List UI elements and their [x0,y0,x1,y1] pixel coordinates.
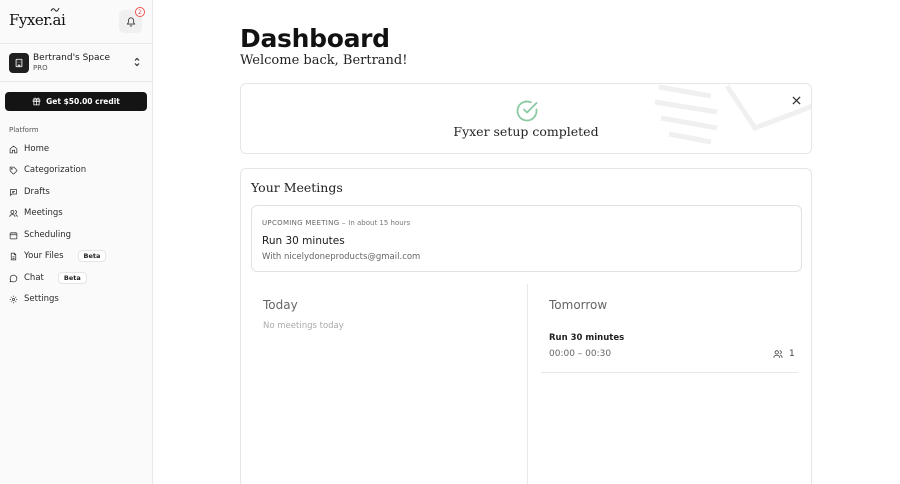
sidebar-item-label: Home [24,144,50,154]
get-credit-label: Get $50.00 credit [46,97,120,106]
sidebar-item-label: Scheduling [24,230,71,240]
meetings-card: Your Meetings UPCOMING MEETING – In abou… [240,168,812,484]
tomorrow-title: Tomorrow [549,298,608,312]
gift-icon [32,97,41,106]
beta-badge: Beta [77,250,107,262]
attendee-count: 1 [789,349,795,359]
workspace-name: Bertrand's Space [33,53,111,63]
upcoming-label-text: UPCOMING MEETING [262,219,340,227]
beta-badge: Beta [57,272,87,284]
get-credit-button[interactable]: Get $50.00 credit [5,92,147,111]
chat-icon [9,274,18,282]
calendar-icon [9,231,18,239]
gear-icon [9,295,18,303]
sidebar-item-label: Meetings [24,208,63,218]
chevrons-up-down-icon [134,57,140,67]
sidebar: Fyxer.ai 2 Bertrand's Space PRO Get $50.… [0,0,153,484]
meeting-time: 00:00 – 00:30 [549,349,612,359]
sidebar-divider [0,43,153,44]
sidebar-item-settings[interactable]: Settings [9,291,59,307]
meeting-name: Run 30 minutes [549,333,625,343]
workspace-plan: PRO [33,64,48,72]
home-icon [9,145,18,153]
users-icon [9,209,18,217]
tomorrow-meeting-item[interactable]: Run 30 minutes 00:00 – 00:30 1 [541,326,798,373]
sidebar-divider [0,81,153,82]
sidebar-item-chat[interactable]: Chat Beta [9,270,87,286]
file-icon [10,252,17,260]
close-icon [791,95,801,105]
tag-icon [9,166,18,174]
notification-count-badge: 2 [135,7,145,17]
bell-icon [126,16,135,27]
upcoming-meeting-attendee: With nicelydoneproducts@gmail.com [262,252,421,262]
decorative-stripes-icon [654,84,811,145]
nav-section-label: Platform [9,126,39,134]
sidebar-item-drafts[interactable]: Drafts [9,184,50,200]
sidebar-item-meetings[interactable]: Meetings [9,205,63,221]
sidebar-item-scheduling[interactable]: Scheduling [9,227,71,243]
close-setup-button[interactable] [789,93,803,107]
sidebar-item-label: Chat [24,273,44,283]
meetings-title: Your Meetings [251,180,343,195]
column-divider [527,284,528,484]
upcoming-meeting-name: Run 30 minutes [262,235,345,247]
setup-complete-message: Fyxer setup completed [453,124,599,139]
upcoming-meeting-card[interactable]: UPCOMING MEETING – In about 15 hours Run… [251,205,802,272]
page-subtitle: Welcome back, Bertrand! [240,53,408,68]
workspace-avatar [9,53,29,73]
sidebar-item-label: Your Files [24,251,64,261]
users-icon [773,350,783,358]
drafts-icon [10,188,17,196]
today-empty-text: No meetings today [263,321,344,331]
app-logo[interactable]: Fyxer.ai [9,7,66,29]
building-icon [15,58,23,68]
meeting-attendees: 1 [773,349,795,359]
sidebar-item-home[interactable]: Home [9,141,49,157]
logo-swirl-icon [50,7,60,12]
today-title: Today [263,298,298,312]
sidebar-item-label: Settings [24,294,59,304]
upcoming-time-until: In about 15 hours [348,219,411,227]
workspace-switcher[interactable]: Bertrand's Space PRO [9,53,149,73]
upcoming-meeting-label: UPCOMING MEETING – In about 15 hours [262,219,410,227]
sidebar-item-your-files[interactable]: Your Files Beta [9,248,107,264]
sidebar-item-label: Drafts [24,187,50,197]
sidebar-item-categorization[interactable]: Categorization [9,162,86,178]
sidebar-item-label: Categorization [24,165,87,175]
page-title: Dashboard [240,24,390,53]
setup-complete-card: Fyxer setup completed [240,83,812,154]
upcoming-label-separator: – [339,219,349,227]
check-circle-icon [516,100,538,122]
